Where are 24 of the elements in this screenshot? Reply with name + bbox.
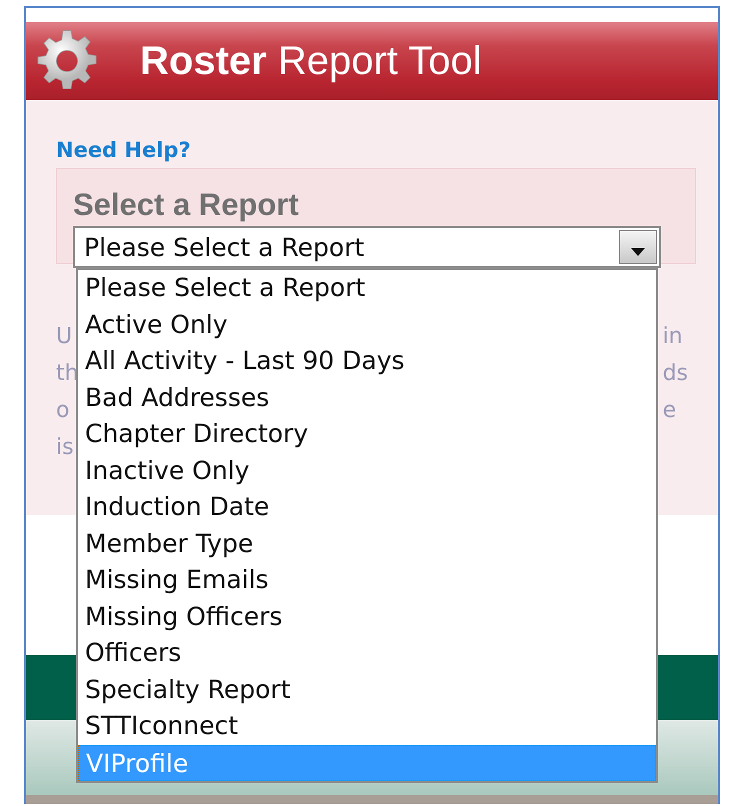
help-link[interactable]: Need Help? [56, 138, 191, 162]
dropdown-option[interactable]: Inactive Only [78, 452, 656, 489]
dropdown-option[interactable]: All Activity - Last 90 Days [78, 343, 656, 380]
dropdown-option[interactable]: Induction Date [78, 489, 656, 526]
dropdown-option[interactable]: Specialty Report [78, 672, 656, 708]
dropdown-option[interactable]: Bad Addresses [78, 380, 656, 416]
select-label: Select a Report [73, 189, 300, 220]
report-dropdown[interactable]: Please Select a Report [73, 226, 661, 268]
partial-text: e [662, 397, 678, 425]
partial-text: is [56, 434, 75, 462]
dropdown-option[interactable]: Officers [78, 635, 656, 672]
dropdown-option[interactable]: Active Only [78, 306, 656, 343]
dropdown-option[interactable]: Please Select a Report [78, 270, 656, 306]
partial-text: th [56, 360, 79, 388]
app-title: Roster Report Tool [140, 38, 482, 84]
partial-text: o [56, 397, 70, 425]
partial-text: U [56, 323, 74, 351]
dropdown-option[interactable]: Missing Officers [78, 598, 656, 635]
partial-text: ds [662, 360, 688, 388]
dropdown-option[interactable]: Chapter Directory [78, 416, 656, 452]
dropdown-option[interactable]: STTIconnect [78, 708, 656, 744]
partial-text: in [662, 323, 684, 351]
dropdown-option[interactable]: Missing Emails [78, 562, 656, 598]
dropdown-option[interactable]: Member Type [78, 526, 656, 562]
